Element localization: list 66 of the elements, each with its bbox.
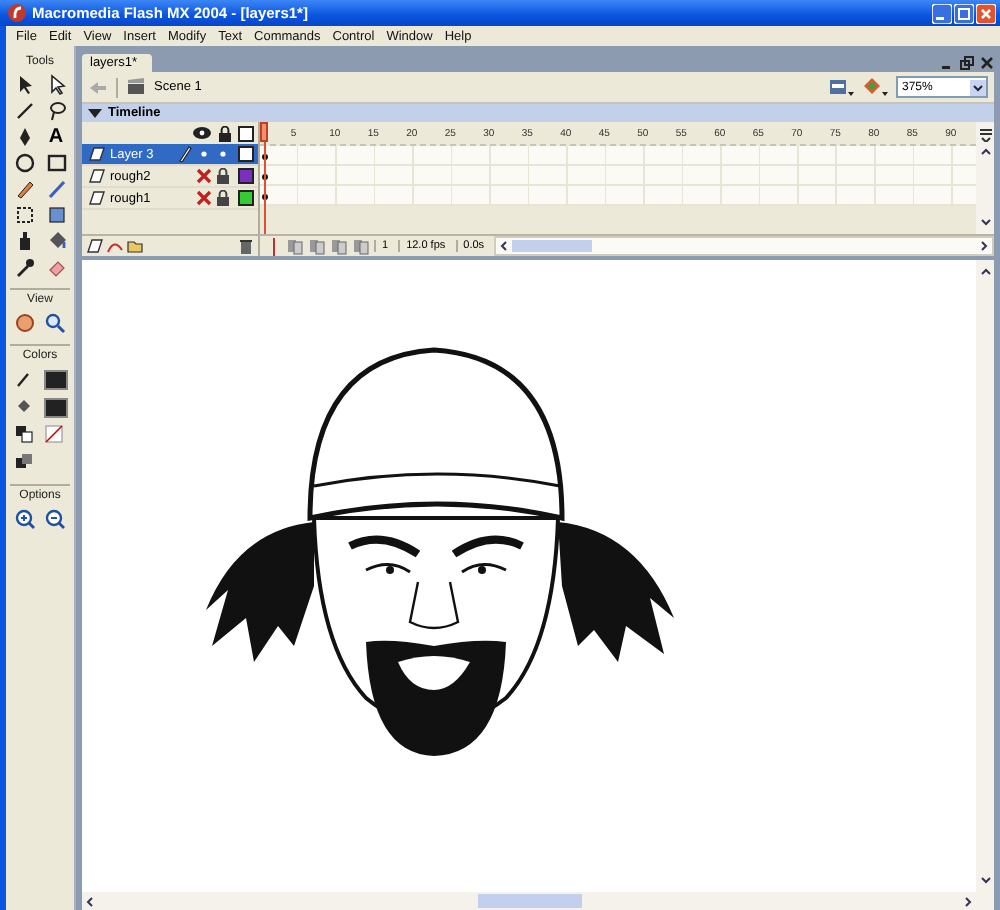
onion-skin-icon[interactable]	[286, 237, 304, 255]
maximize-icon[interactable]	[954, 3, 974, 23]
scrollbar[interactable]	[976, 260, 994, 892]
fill-transform-icon[interactable]	[45, 204, 67, 226]
arrow-icon[interactable]	[45, 74, 67, 96]
lasso-icon[interactable]	[45, 100, 67, 122]
eyedropper-icon[interactable]	[13, 256, 35, 278]
scroll-down-icon[interactable]	[977, 214, 993, 230]
hidden-x-icon[interactable]	[196, 168, 212, 184]
color-swatch-icon[interactable]	[43, 369, 67, 389]
scroll-down-icon[interactable]	[977, 872, 993, 888]
dropdown-arrow-icon[interactable]	[970, 79, 986, 95]
oval-icon[interactable]	[13, 152, 35, 174]
line-icon[interactable]	[13, 100, 35, 122]
color-swatch-icon[interactable]	[43, 397, 67, 417]
flash-logo-icon	[8, 4, 26, 22]
clapper-icon	[126, 78, 146, 96]
hidden-x-icon[interactable]	[196, 190, 212, 206]
paint-bucket-icon[interactable]	[45, 230, 67, 252]
default-colors-icon[interactable]	[14, 424, 36, 446]
scroll-right-icon[interactable]	[960, 893, 976, 909]
onion-markers-icon[interactable]	[352, 237, 370, 255]
scrollbar[interactable]	[82, 892, 994, 910]
swap-colors-icon[interactable]	[14, 452, 36, 474]
close-icon[interactable]	[980, 55, 994, 69]
scrollbar[interactable]	[976, 122, 994, 234]
scroll-left-icon[interactable]	[82, 893, 98, 909]
edit-symbols-icon[interactable]	[828, 76, 854, 98]
minimize-icon[interactable]	[932, 3, 952, 23]
restore-icon[interactable]	[960, 55, 974, 69]
playhead-line	[263, 142, 265, 234]
zoom-out-icon[interactable]	[44, 508, 66, 530]
edit-frames-icon[interactable]	[330, 237, 348, 255]
motion-guide-icon[interactable]	[106, 238, 124, 254]
pencil-icon	[178, 146, 192, 162]
free-transform-icon[interactable]	[13, 204, 35, 226]
scroll-left-icon[interactable]	[496, 238, 513, 254]
scroll-up-icon[interactable]	[977, 144, 993, 160]
lock-icon	[218, 125, 232, 141]
no-color-icon[interactable]	[44, 424, 66, 446]
zoom-in-icon[interactable]	[14, 508, 36, 530]
visible-dot-icon[interactable]	[196, 146, 212, 162]
brush-icon[interactable]	[45, 178, 67, 200]
lock-icon[interactable]	[216, 190, 230, 206]
pencil-icon[interactable]	[13, 178, 35, 200]
scrollbar[interactable]	[494, 236, 994, 256]
zoom-icon[interactable]	[44, 312, 66, 334]
lock-icon[interactable]	[216, 168, 230, 184]
outline-color-swatch[interactable]	[238, 190, 254, 206]
scroll-up-icon[interactable]	[977, 264, 993, 280]
rectangle-icon[interactable]	[45, 152, 67, 174]
eraser-icon[interactable]	[45, 256, 67, 278]
trash-icon[interactable]	[238, 238, 254, 254]
insert-layer-icon[interactable]	[86, 238, 104, 254]
scroll-right-icon[interactable]	[976, 238, 992, 254]
edit-scene-icon[interactable]	[862, 76, 888, 98]
text-tool[interactable]: A	[45, 126, 67, 148]
onion-outline-icon[interactable]	[308, 237, 326, 255]
collapse-triangle-icon[interactable]	[88, 106, 102, 120]
eye-icon	[192, 126, 212, 140]
frame-view-menu-icon[interactable]	[977, 126, 993, 142]
outline-color-swatch[interactable]	[238, 168, 254, 184]
outline-icon	[238, 125, 254, 141]
unlocked-dot-icon[interactable]	[216, 146, 230, 162]
outline-color-swatch[interactable]	[238, 146, 254, 162]
fill-color-icon[interactable]	[14, 396, 36, 418]
